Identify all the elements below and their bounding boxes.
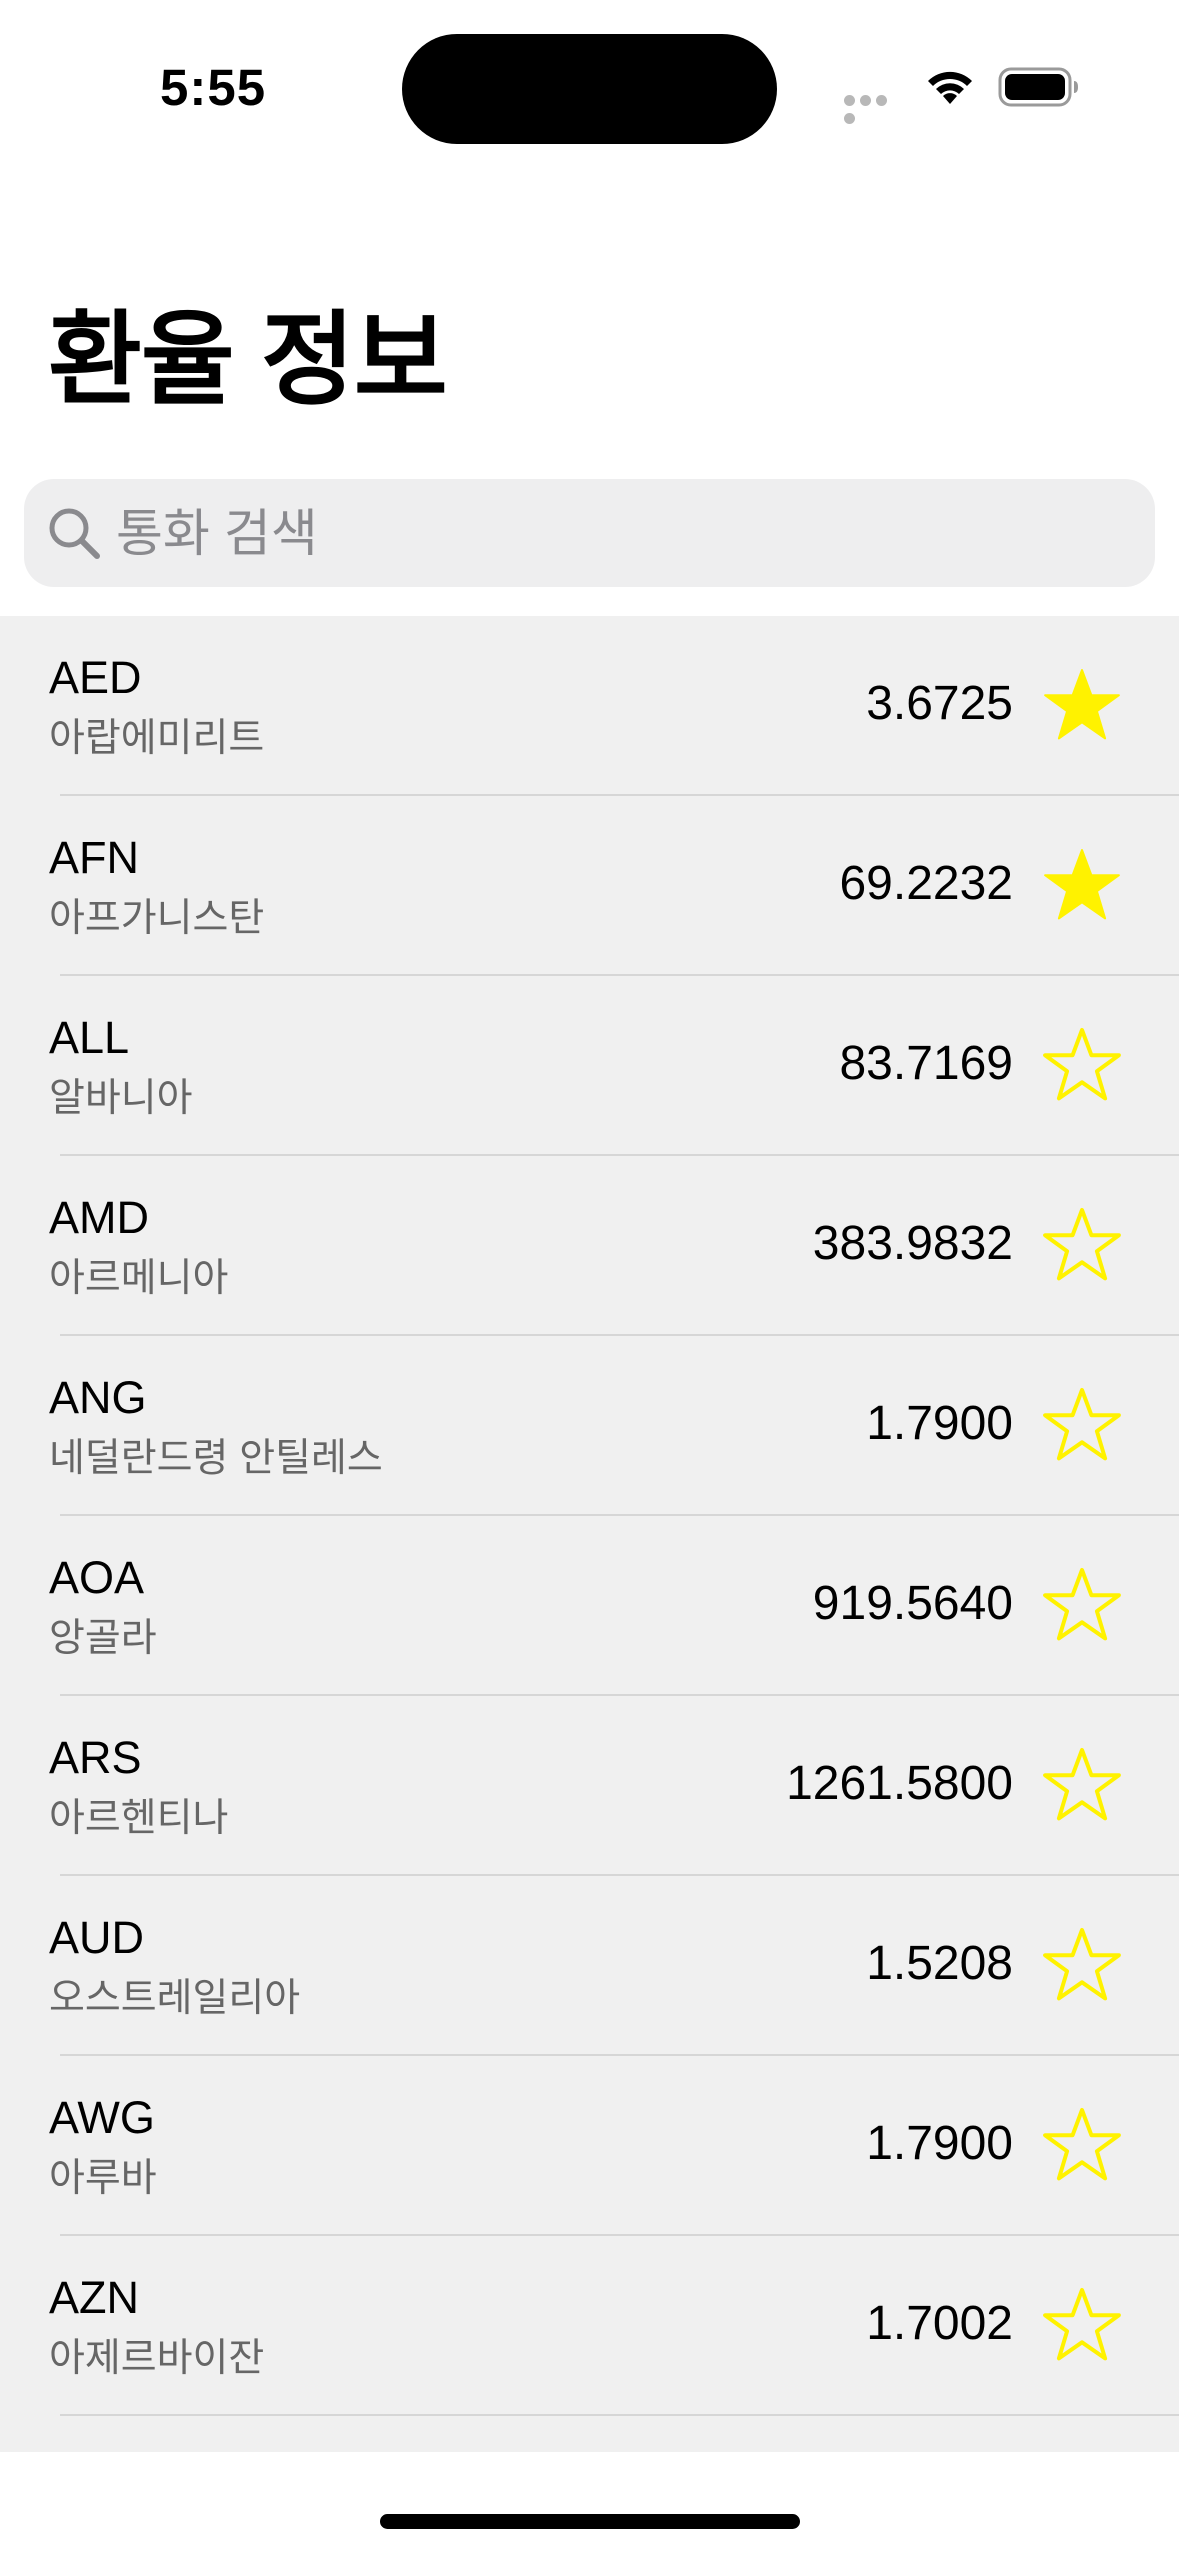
currency-name: 아루바: [49, 2157, 157, 2200]
star-outline-icon: [1043, 1028, 1121, 1101]
currency-name: 아르헨티나: [49, 1797, 229, 1840]
exchange-rate: 1.7900: [866, 2117, 1013, 2170]
currency-list: AED 아랍에미리트 3.6725 AFN 아프가니스탄 69.2232 ALL 알바니아 83…: [0, 616, 1179, 2452]
exchange-rate: 919.5640: [812, 1577, 1013, 1630]
favorite-button[interactable]: [1040, 1566, 1124, 1646]
star-filled-icon: [1044, 669, 1120, 740]
exchange-rate: 383.9832: [812, 1217, 1013, 1270]
star-outline-icon: [1043, 1388, 1121, 1461]
favorite-button[interactable]: [1040, 2106, 1124, 2186]
currency-row[interactable]: AFN 아프가니스탄 69.2232: [0, 796, 1179, 976]
currency-name: 네덜란드령 안틸레스: [49, 1437, 383, 1480]
currency-code: AFN: [49, 832, 139, 883]
currency-code: ANG: [49, 1372, 147, 1423]
star-outline-icon: [1043, 1568, 1121, 1641]
home-indicator[interactable]: [380, 2514, 800, 2529]
exchange-rate: 83.7169: [839, 1037, 1013, 1090]
currency-code: AED: [49, 652, 142, 703]
favorite-button[interactable]: [1040, 1026, 1124, 1106]
currency-code: AMD: [49, 1192, 149, 1243]
exchange-rate: 1261.5800: [786, 1757, 1013, 1810]
currency-row[interactable]: AED 아랍에미리트 3.6725: [0, 616, 1179, 796]
currency-code: AOA: [49, 1552, 145, 1603]
currency-row[interactable]: AMD 아르메니아 383.9832: [0, 1156, 1179, 1336]
row-divider: [60, 2414, 1179, 2416]
currency-name: 알바니아: [49, 1077, 193, 1120]
exchange-rate: 3.6725: [866, 677, 1013, 730]
currency-code: ARS: [49, 1732, 142, 1783]
currency-name: 아르메니아: [49, 1257, 229, 1300]
currency-name: 아랍에미리트: [49, 717, 265, 760]
currency-row[interactable]: AZN 아제르바이잔 1.7002: [0, 2236, 1179, 2416]
page-title: 환율 정보: [48, 303, 448, 417]
search-bar[interactable]: [24, 479, 1155, 587]
star-outline-icon: [1043, 2108, 1121, 2181]
wifi-icon: [928, 71, 972, 104]
currency-row[interactable]: ALL 알바니아 83.7169: [0, 976, 1179, 1156]
currency-name: 오스트레일리아: [49, 1977, 301, 2020]
favorite-button[interactable]: [1040, 1926, 1124, 2006]
currency-name: 아프가니스탄: [49, 897, 265, 940]
star-outline-icon: [1043, 1928, 1121, 2001]
star-outline-icon: [1043, 1748, 1121, 1821]
currency-code: ALL: [49, 1012, 130, 1063]
cellular-signal-icon: [844, 93, 906, 124]
exchange-rate: 1.7002: [866, 2297, 1013, 2350]
status-time: 5:55: [160, 59, 267, 116]
favorite-button[interactable]: [1040, 1746, 1124, 1826]
favorite-button[interactable]: [1040, 2286, 1124, 2366]
star-filled-icon: [1044, 849, 1120, 920]
exchange-rate: 1.5208: [866, 1937, 1013, 1990]
favorite-button[interactable]: [1040, 1206, 1124, 1286]
currency-row[interactable]: AOA 앙골라 919.5640: [0, 1516, 1179, 1696]
currency-code: AUD: [49, 1912, 145, 1963]
favorite-button[interactable]: [1040, 666, 1124, 746]
search-icon: [49, 508, 100, 559]
currency-row[interactable]: ARS 아르헨티나 1261.5800: [0, 1696, 1179, 1876]
currency-row[interactable]: AWG 아루바 1.7900: [0, 2056, 1179, 2236]
currency-name: 앙골라: [49, 1617, 157, 1660]
exchange-rate: 69.2232: [839, 857, 1013, 910]
favorite-button[interactable]: [1040, 846, 1124, 926]
status-bar: 5:55: [0, 0, 1179, 150]
dynamic-island: [402, 34, 777, 144]
favorite-button[interactable]: [1040, 1386, 1124, 1466]
currency-row[interactable]: AUD 오스트레일리아 1.5208: [0, 1876, 1179, 2056]
exchange-rate: 1.7900: [866, 1397, 1013, 1450]
currency-code: AZN: [49, 2272, 139, 2323]
search-input[interactable]: [116, 479, 1136, 587]
battery-icon: [998, 67, 1078, 107]
currency-code: AWG: [49, 2092, 155, 2143]
star-outline-icon: [1043, 2288, 1121, 2361]
star-outline-icon: [1043, 1208, 1121, 1281]
currency-name: 아제르바이잔: [49, 2337, 265, 2380]
currency-row[interactable]: ANG 네덜란드령 안틸레스 1.7900: [0, 1336, 1179, 1516]
